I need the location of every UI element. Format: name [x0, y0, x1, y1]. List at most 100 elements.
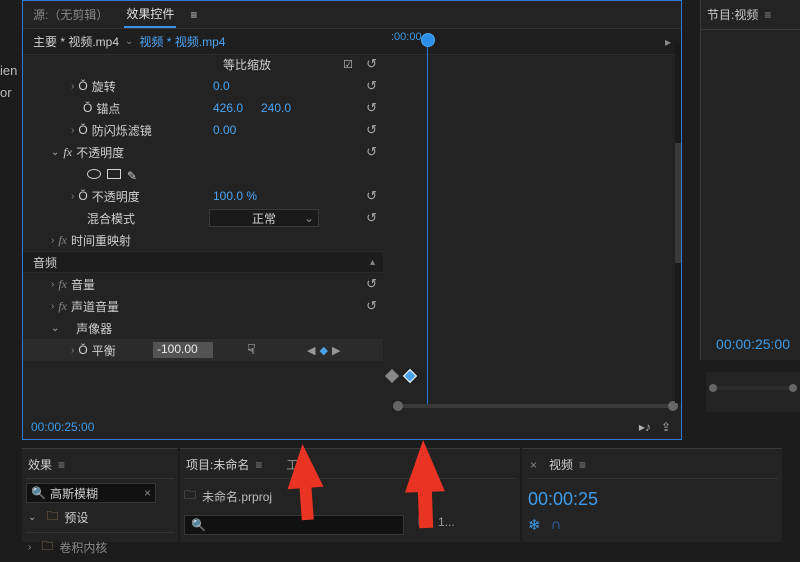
panel-menu-icon[interactable]: ≡ [579, 458, 586, 472]
audio-section-header: 音频 [33, 254, 57, 271]
opacity-value[interactable]: 100.0 % [213, 189, 257, 203]
fx-icon[interactable]: fx [58, 233, 67, 248]
reset-icon[interactable]: ↺ [366, 100, 377, 116]
tab-source[interactable]: 源:（无剪辑） [31, 2, 110, 27]
reset-icon[interactable]: ↺ [366, 210, 377, 226]
panel-menu-icon[interactable]: ≡ [58, 458, 65, 472]
anchor-x-value[interactable]: 426.0 [213, 101, 243, 115]
panel-timecode[interactable]: 00:00:25:00 [31, 420, 94, 434]
reset-icon[interactable]: ↺ [366, 276, 377, 292]
stopwatch-icon[interactable]: Ŏ [78, 123, 87, 137]
mini-ruler-timecode: :00:00 [391, 31, 422, 43]
chevron-right-icon[interactable]: › [28, 542, 31, 553]
reset-icon[interactable]: ↺ [366, 56, 377, 72]
magnet-icon[interactable]: ∩ [551, 516, 562, 534]
stopwatch-icon[interactable]: Ŏ [83, 101, 92, 115]
sequence-title[interactable]: 视频 [549, 456, 573, 473]
annotation-arrow [285, 443, 324, 489]
tab-effect-controls[interactable]: 效果控件 [124, 1, 176, 28]
fx-icon[interactable]: fx [58, 299, 67, 314]
truncated-text-1: ien [0, 60, 17, 82]
chevron-right-icon[interactable]: › [51, 235, 54, 246]
program-mini-timeline[interactable] [706, 372, 800, 412]
effects-search-input[interactable]: 🔍 高斯模糊 × [26, 483, 156, 503]
chevron-right-icon[interactable]: › [51, 279, 54, 290]
search-icon: 🔍 [31, 486, 46, 500]
project-search-input[interactable]: 🔍 [184, 515, 404, 535]
fx-icon[interactable]: fx [58, 277, 67, 292]
keyframe-diamond[interactable] [385, 369, 399, 383]
project-panel: 项目:未命名 ≡ 工具 🗀 未命名.prproj 🔍 🗀 1... [180, 448, 520, 542]
export-frame-icon[interactable]: ⇪ [661, 420, 671, 434]
cursor-pointer-icon: ☟ [247, 341, 256, 358]
chevron-down-icon[interactable]: ⌄ [51, 147, 59, 158]
reset-icon[interactable]: ↺ [366, 78, 377, 94]
panel-menu-icon[interactable]: ≡ [764, 8, 771, 22]
chevron-down-icon[interactable]: ⌄ [28, 512, 36, 523]
chevron-down-icon[interactable]: ⌄ [51, 323, 59, 334]
effects-panel-title[interactable]: 效果 [28, 456, 52, 473]
fx-icon[interactable]: fx [63, 145, 72, 160]
sequence-timecode[interactable]: 00:00:25 [528, 489, 778, 510]
scale-lock-checkbox[interactable]: ☑ [343, 58, 353, 71]
preset-folder-label[interactable]: 预设 [64, 509, 88, 526]
play-only-icon[interactable]: ▸♪ [639, 420, 651, 434]
chevron-right-icon[interactable]: › [71, 125, 74, 136]
bin-icon: 🗀 [184, 486, 196, 507]
blend-mode-dropdown[interactable]: 正常 [209, 209, 319, 227]
stopwatch-icon[interactable]: Ŏ [78, 189, 87, 203]
chevron-right-icon[interactable]: › [71, 345, 74, 356]
panner-label: 声像器 [76, 320, 112, 337]
volume-label: 音量 [71, 276, 95, 293]
search-icon: 🔍 [191, 518, 206, 532]
rotation-value[interactable]: 0.0 [213, 79, 230, 93]
chevron-right-icon[interactable]: › [71, 81, 74, 92]
close-tab-icon[interactable]: × [530, 458, 537, 472]
project-panel-title[interactable]: 项目:未命名 [186, 456, 249, 473]
clear-search-icon[interactable]: × [144, 486, 151, 500]
annotation-arrow [403, 439, 445, 492]
program-panel-title: 节目:视频 [707, 6, 758, 23]
chevron-right-icon[interactable]: › [51, 301, 54, 312]
ellipse-mask-icon[interactable] [87, 169, 101, 179]
snap-icon[interactable]: ❄ [528, 516, 541, 534]
chevron-down-icon[interactable]: ⌄ [125, 36, 133, 47]
reset-icon[interactable]: ↺ [366, 298, 377, 314]
rectangle-mask-icon[interactable] [107, 169, 121, 179]
sequence-panel: × 视频 ≡ 00:00:25 ❄ ∩ [522, 448, 782, 542]
antiflicker-label: 防闪烁滤镜 [92, 122, 152, 139]
reset-icon[interactable]: ↺ [366, 188, 377, 204]
keyframe-nav[interactable]: ◀ ◆ ▶ [307, 344, 340, 357]
truncated-text-2: or [0, 82, 17, 104]
channel-volume-label: 声道音量 [71, 298, 119, 315]
collapse-up-icon[interactable]: ▴ [370, 257, 375, 268]
project-file-name[interactable]: 未命名.prproj [202, 488, 272, 505]
vertical-scrollbar[interactable] [675, 43, 681, 403]
stopwatch-icon[interactable]: Ŏ [78, 79, 87, 93]
effects-library-panel: 效果 ≡ 🔍 高斯模糊 × ⌄ 🗀 预设 › 🗀 卷积内核 [22, 448, 178, 542]
play-arrow-icon[interactable]: ▸ [665, 35, 671, 49]
anchor-y-value[interactable]: 240.0 [261, 101, 291, 115]
stopwatch-icon[interactable]: Ŏ [78, 343, 87, 357]
balance-value-input[interactable]: -100.00 [153, 342, 213, 358]
effect-controls-panel: 源:（无剪辑） 效果控件 ≡ 主要 * 视频.mp4 ⌄ 视频 * 视频.mp4… [22, 0, 682, 440]
master-clip-label[interactable]: 主要 * 视频.mp4 [33, 33, 119, 50]
scale-lock-label: 等比缩放 [223, 56, 271, 73]
sequence-clip-label[interactable]: 视频 * 视频.mp4 [139, 33, 225, 50]
timeline-scrollbar[interactable] [393, 403, 678, 409]
playhead[interactable] [427, 35, 428, 405]
rotation-label: 旋转 [92, 78, 116, 95]
reset-icon[interactable]: ↺ [366, 122, 377, 138]
chevron-right-icon[interactable]: › [71, 191, 74, 202]
anchor-label: 锚点 [96, 100, 120, 117]
opacity-label: 不透明度 [92, 188, 140, 205]
panel-menu-icon[interactable]: ≡ [255, 458, 262, 472]
program-panel: 节目:视频 ≡ [700, 0, 800, 360]
panel-menu-icon[interactable]: ≡ [190, 8, 197, 22]
keyframe-diamond-selected[interactable] [403, 369, 417, 383]
reset-icon[interactable]: ↺ [366, 144, 377, 160]
time-remap-label: 时间重映射 [71, 232, 131, 249]
antiflicker-value[interactable]: 0.00 [213, 123, 236, 137]
pen-mask-icon[interactable]: ✎ [127, 169, 141, 179]
program-timecode[interactable]: 00:00:25:00 [716, 336, 790, 352]
